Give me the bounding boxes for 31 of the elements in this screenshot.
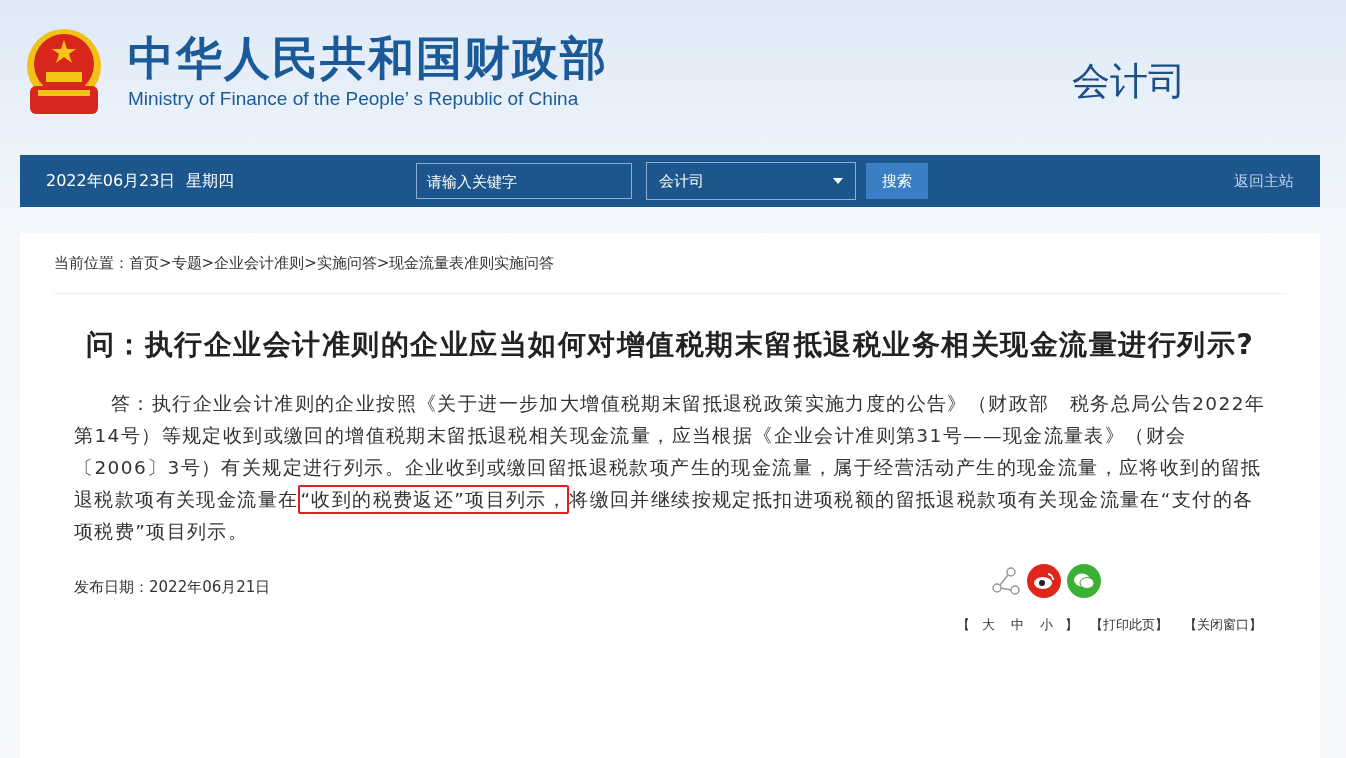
breadcrumb-link[interactable]: 实施问答 [316, 253, 377, 273]
home-link[interactable]: 返回主站 [1234, 171, 1294, 191]
publish-date: 发布日期：2022年06月21日 [74, 578, 271, 598]
bracket: 【 [957, 616, 970, 634]
breadcrumb-link[interactable]: 现金流量表准则实施问答 [389, 253, 555, 273]
article-body: 答：执行企业会计准则的企业按照《关于进一步加大增值税期末留抵退税政策实施力度的公告》（财政部 税务总局公告2022年第14号）等规定收到或缴回的增值税期末留抵退税相关现金流量，应当根据《企业会计准则第31号——现金流量表》（财会〔2006〕3号）有关规定进行列示。企业收到或缴回留抵退税款项产生的现金流量，属于经营活动产生的现金流量，应将收到的留抵退税款项有关现金流量在“收到的税费返还”项目列示，将缴回并继续按规定抵扣进项税额的留抵退税款项有关现金流量在“支付的各项税费”项目列示。 [74, 392, 1266, 544]
breadcrumb-separator: > [201, 254, 215, 272]
weibo-icon[interactable] [1027, 564, 1061, 598]
department-select[interactable]: 会计司 [646, 162, 856, 200]
font-size-link[interactable]: 大 [978, 616, 999, 634]
breadcrumb-separator: > [376, 254, 390, 272]
site-title: 中华人民共和国财政部 [128, 32, 608, 84]
site-subtitle: Ministry of Finance of the People’ s Republic of China [128, 88, 580, 110]
wechat-icon[interactable] [1067, 564, 1101, 598]
bracket: 】 [1065, 616, 1078, 634]
breadcrumb-label: 当前位置： [54, 253, 129, 273]
department-title: 会计司 [1072, 58, 1186, 105]
breadcrumb-separator: > [159, 254, 172, 272]
breadcrumb-separator: > [304, 254, 317, 272]
search-button[interactable]: 搜索 [866, 163, 928, 199]
caret-icon [833, 178, 843, 184]
search-field[interactable]: 请输入关键字 [416, 163, 632, 199]
article-title: 问：执行企业会计准则的企业应当如何对增值税期末留抵退税业务相关现金流量进行列示? [84, 327, 1256, 363]
breadcrumb-link[interactable]: 企业会计准则 [214, 253, 305, 273]
current-date: 2022年06月23日 星期四 [46, 170, 235, 192]
page-action-link[interactable]: 【关闭窗口】 [1180, 616, 1266, 634]
font-size-link[interactable]: 中 [1007, 616, 1028, 634]
page-action-link[interactable]: 【打印此页】 [1086, 616, 1172, 634]
breadcrumb-link[interactable]: 专题 [171, 253, 202, 273]
breadcrumb-link[interactable]: 首页 [129, 253, 159, 273]
font-size-link[interactable]: 小 [1036, 616, 1057, 634]
